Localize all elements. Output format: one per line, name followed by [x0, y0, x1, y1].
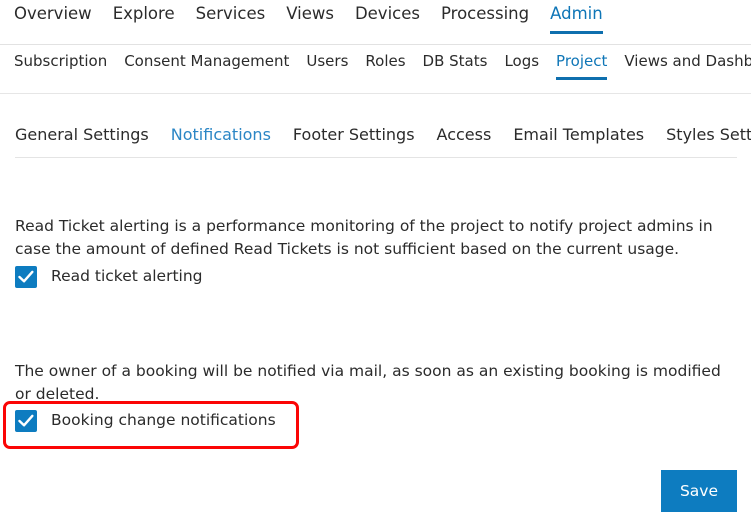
booking-description: The owner of a booking will be notified … [15, 360, 731, 406]
secondary-nav-divider [0, 93, 751, 94]
booking-change-notifications-label: Booking change notifications [51, 413, 276, 429]
app-page: Overview Explore Services Views Devices … [0, 0, 751, 522]
nav-item-devices[interactable]: Devices [355, 0, 420, 38]
tab-footer-settings[interactable]: Footer Settings [293, 118, 415, 158]
secondary-navigation: Subscription Consent Management Users Ro… [0, 45, 751, 90]
settings-tabs: General Settings Notifications Footer Se… [0, 118, 751, 158]
nav-item-views[interactable]: Views [286, 0, 334, 38]
nav-item-roles[interactable]: Roles [365, 45, 405, 83]
nav-item-explore[interactable]: Explore [113, 0, 175, 38]
read-ticket-alerting-checkbox-row[interactable]: Read ticket alerting [15, 266, 203, 288]
booking-change-notifications-checkbox[interactable] [15, 410, 37, 432]
check-icon [18, 270, 34, 284]
nav-item-overview[interactable]: Overview [14, 0, 92, 38]
nav-item-project[interactable]: Project [556, 45, 607, 83]
nav-item-db-stats[interactable]: DB Stats [423, 45, 488, 83]
tab-access[interactable]: Access [437, 118, 492, 158]
tab-notifications[interactable]: Notifications [171, 118, 271, 158]
nav-item-logs[interactable]: Logs [504, 45, 539, 83]
nav-item-subscription[interactable]: Subscription [14, 45, 107, 83]
nav-item-consent-management[interactable]: Consent Management [124, 45, 289, 83]
nav-item-processing[interactable]: Processing [441, 0, 529, 38]
nav-item-services[interactable]: Services [196, 0, 266, 38]
check-icon [18, 414, 34, 428]
save-button[interactable]: Save [661, 470, 737, 512]
booking-change-notifications-checkbox-row[interactable]: Booking change notifications [15, 410, 276, 432]
nav-item-views-and-dashboards[interactable]: Views and Dashboards [624, 45, 751, 83]
tab-email-templates[interactable]: Email Templates [513, 118, 644, 158]
nav-item-admin[interactable]: Admin [550, 0, 603, 38]
nav-item-users[interactable]: Users [306, 45, 348, 83]
read-ticket-alerting-label: Read ticket alerting [51, 269, 203, 285]
tab-styles-settings[interactable]: Styles Settings [666, 118, 751, 158]
read-ticket-alerting-checkbox[interactable] [15, 266, 37, 288]
read-ticket-description: Read Ticket alerting is a performance mo… [15, 215, 731, 261]
tab-general-settings[interactable]: General Settings [15, 118, 149, 158]
primary-navigation: Overview Explore Services Views Devices … [0, 0, 751, 45]
tabs-divider [15, 157, 737, 158]
